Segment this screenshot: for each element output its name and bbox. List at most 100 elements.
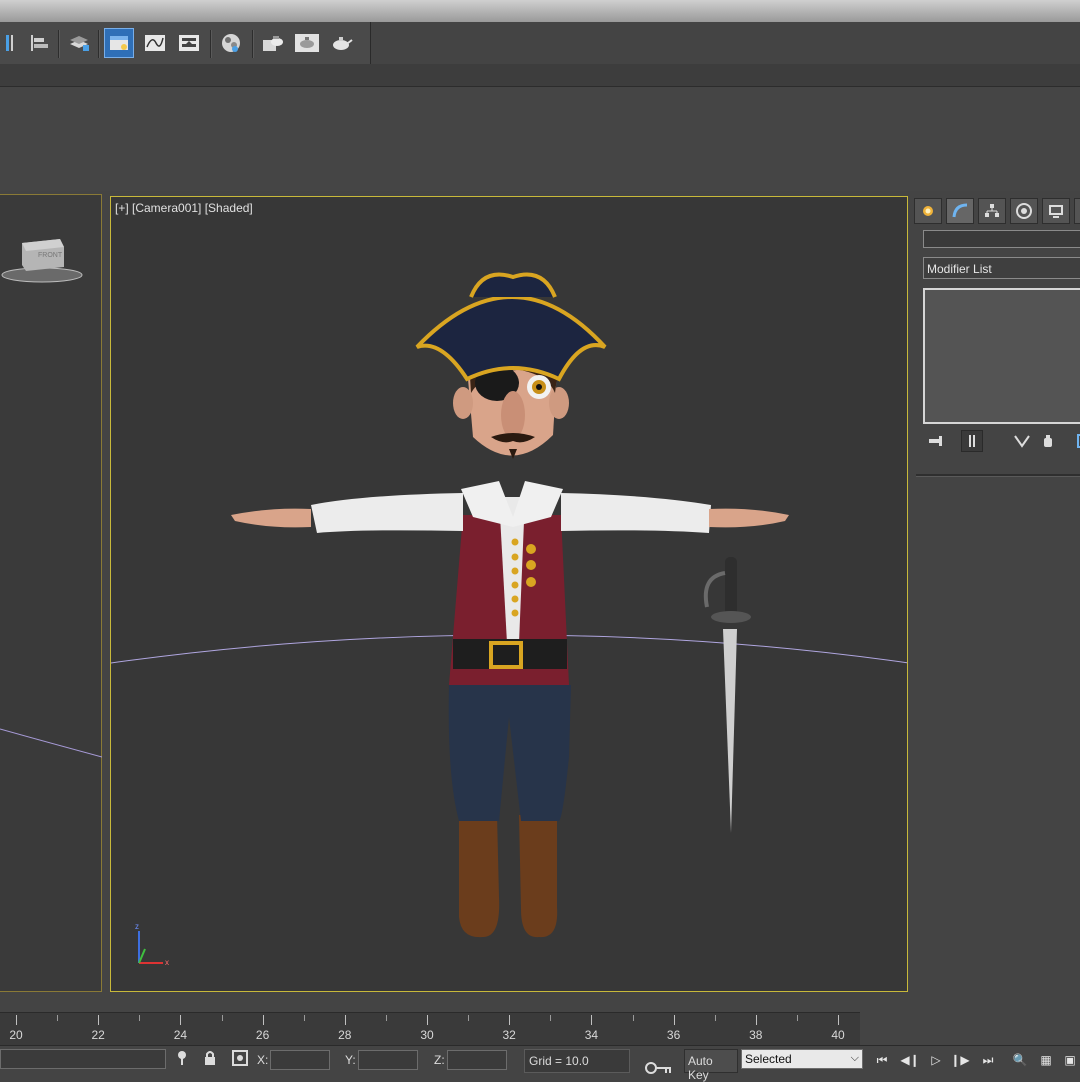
mirror-icon[interactable] — [0, 28, 24, 58]
timeline-tick — [180, 1015, 182, 1025]
modify-tab[interactable] — [946, 198, 974, 224]
zoom-extents-icon[interactable]: ▣ — [1058, 1050, 1080, 1070]
timeline-tick-label: 30 — [420, 1028, 434, 1042]
set-key-icon[interactable] — [644, 1058, 674, 1078]
command-panel-tabs — [912, 198, 1080, 224]
play-icon[interactable]: ▷ — [924, 1050, 948, 1070]
timeline-tick — [57, 1015, 59, 1021]
modifier-stack-toolbar — [923, 430, 1080, 452]
create-tab[interactable] — [914, 198, 942, 224]
svg-text:z: z — [135, 922, 139, 931]
schematic-view-icon[interactable] — [174, 28, 204, 58]
next-frame-icon[interactable]: ❙▶ — [948, 1050, 972, 1070]
go-to-end-icon[interactable]: ⏭ — [976, 1050, 1000, 1070]
timeline-tick — [262, 1015, 264, 1025]
go-to-start-icon[interactable]: ⏮ — [870, 1050, 894, 1070]
toolbar-separator — [98, 30, 100, 58]
timeline-tick — [139, 1015, 141, 1021]
x-coordinate-field[interactable] — [270, 1050, 330, 1070]
timeline-tick — [632, 1015, 634, 1021]
main-toolbar — [0, 22, 371, 65]
timeline-tick — [755, 1015, 757, 1025]
timeline-tick — [385, 1015, 387, 1021]
svg-text:x: x — [165, 958, 169, 967]
status-bar: X: Y: Z: Grid = 10.0 Auto Key Selected ⌵… — [0, 1045, 1080, 1082]
timeline-tick-label: 28 — [338, 1028, 352, 1042]
toolbar-empty-area — [371, 22, 1080, 64]
z-label: Z: — [434, 1053, 445, 1067]
timeline-tick-label: 22 — [91, 1028, 105, 1042]
timeline-tick-label: 36 — [666, 1028, 681, 1042]
selection-lock-icon[interactable] — [200, 1048, 220, 1068]
timeline-tick — [550, 1015, 552, 1021]
material-editor-icon[interactable] — [216, 28, 246, 58]
key-mode-dropdown[interactable]: Selected ⌵ — [741, 1049, 863, 1069]
timeline-tick-label: 20 — [9, 1028, 23, 1042]
align-icon[interactable] — [24, 28, 54, 58]
timeline-tick — [98, 1015, 100, 1025]
y-coordinate-field[interactable] — [358, 1050, 418, 1070]
timeline-tick — [468, 1015, 470, 1021]
z-coordinate-field[interactable] — [447, 1050, 507, 1070]
timeline-tick — [591, 1015, 593, 1025]
timeline-tick — [796, 1015, 798, 1021]
timeline-tick-label: 26 — [255, 1028, 270, 1042]
render-setup-icon[interactable] — [258, 28, 288, 58]
auto-key-button[interactable]: Auto Key — [684, 1049, 738, 1082]
timeline-tick — [221, 1015, 223, 1021]
scene-explorer-icon[interactable] — [104, 28, 134, 58]
key-mode-value: Selected — [745, 1052, 792, 1066]
object-name-field[interactable] — [923, 230, 1080, 248]
isolate-selection-icon[interactable] — [172, 1048, 192, 1068]
viewcube-label: FRONT — [38, 252, 63, 259]
render-production-icon[interactable] — [326, 28, 356, 58]
y-label: Y: — [345, 1053, 356, 1067]
hierarchy-tab[interactable] — [978, 198, 1006, 224]
toolbar-separator — [58, 30, 60, 58]
timeline-tick — [16, 1015, 17, 1025]
timeline-tick — [714, 1015, 716, 1021]
title-strip — [0, 0, 1080, 22]
make-unique-icon[interactable] — [1011, 430, 1033, 452]
command-panel: Modifier List — [910, 194, 1080, 1010]
timeline-tick — [303, 1015, 305, 1021]
zoom-icon[interactable]: 🔍 — [1008, 1050, 1032, 1070]
camera-viewport[interactable]: [+] [Camera001] [Shaded] z x — [110, 196, 908, 992]
ribbon-panel — [0, 87, 1080, 191]
grid-size-display: Grid = 10.0 — [524, 1049, 630, 1073]
timeline-tick-label: 32 — [502, 1028, 516, 1042]
modifier-stack-list[interactable] — [923, 288, 1080, 424]
display-tab[interactable] — [1042, 198, 1070, 224]
utilities-tab[interactable] — [1074, 198, 1080, 224]
toolbar-separator — [252, 30, 254, 58]
timeline-tick-label: 38 — [749, 1028, 763, 1042]
configure-sets-icon[interactable] — [1073, 430, 1080, 452]
zoom-all-icon[interactable]: ▦ — [1034, 1050, 1058, 1070]
ribbon-bar — [0, 64, 1080, 87]
timeline-tick-label: 24 — [173, 1028, 188, 1042]
timeline-tick — [673, 1015, 675, 1025]
show-end-result-icon[interactable] — [961, 430, 983, 452]
previous-frame-icon[interactable]: ◀❙ — [898, 1050, 922, 1070]
left-viewport[interactable]: FRONT — [0, 194, 102, 992]
axis-tripod: z x — [135, 922, 169, 967]
timeline-tick-label: 34 — [584, 1028, 599, 1042]
layer-manager-icon[interactable] — [64, 28, 94, 58]
rendered-frame-window-icon[interactable] — [292, 28, 322, 58]
time-slider-track[interactable]: 20 22 24 26 28 30 32 34 36 38 40 — [0, 1012, 860, 1046]
remove-modifier-icon[interactable] — [1037, 430, 1059, 452]
absolute-mode-icon[interactable] — [230, 1048, 250, 1068]
timeline-tick-label: 40 — [831, 1028, 845, 1042]
panel-divider — [916, 474, 1080, 477]
timeline-tick — [509, 1015, 511, 1025]
timeline-tick — [427, 1015, 428, 1025]
pin-stack-icon[interactable] — [925, 430, 947, 452]
timeline-tick — [344, 1015, 346, 1025]
motion-tab[interactable] — [1010, 198, 1038, 224]
prompt-line[interactable] — [0, 1049, 166, 1069]
chevron-down-icon: ⌵ — [850, 1052, 859, 1064]
toolbar-separator — [210, 30, 212, 58]
curve-editor-icon[interactable] — [140, 28, 170, 58]
pirate-character-model[interactable]: z x — [111, 197, 908, 992]
modifier-list-dropdown[interactable]: Modifier List — [923, 257, 1080, 279]
